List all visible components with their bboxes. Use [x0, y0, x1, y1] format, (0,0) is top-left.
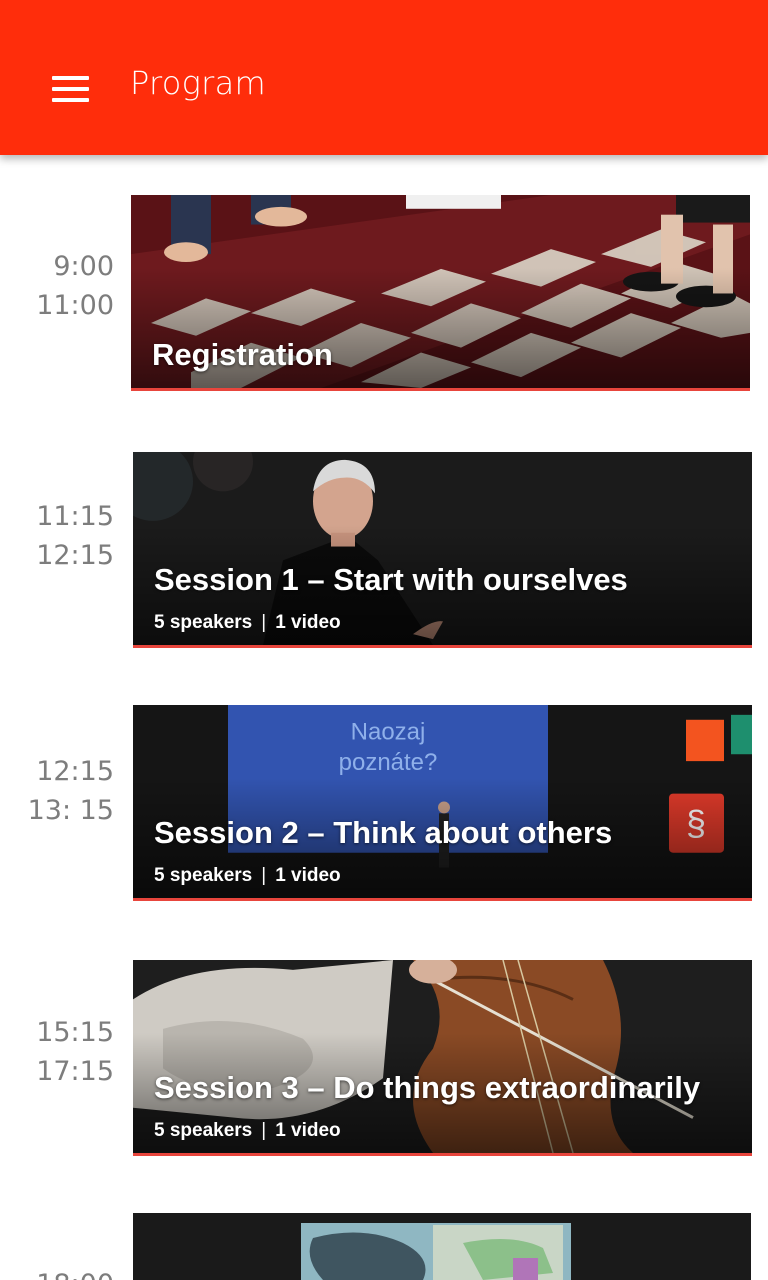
menu-bar-line: [52, 98, 89, 102]
hamburger-menu-icon[interactable]: [40, 62, 100, 114]
end-time: 12:15: [36, 540, 114, 571]
start-time: 9:00: [53, 251, 114, 282]
time-range: 9:00 11:00: [36, 247, 114, 325]
session-meta: 5 speakers | 1 video: [154, 865, 341, 887]
speaker-count: 5 speakers: [154, 1120, 253, 1141]
session-title: Session 2 – Think about others: [154, 815, 613, 850]
session-card-2[interactable]: Naozaj poznáte? § Session 2 – Think abou…: [133, 705, 752, 901]
map-photo: [133, 1213, 751, 1280]
video-count: 1 video: [275, 865, 341, 886]
schedule-row: 18:00: [0, 1213, 768, 1280]
time-range: 15:15 17:15: [36, 1013, 114, 1091]
schedule-row: 12:15 13: 15 Naozaj poznáte? § Session 2…: [0, 705, 768, 905]
session-card-1[interactable]: Session 1 – Start with ourselves 5 speak…: [133, 452, 752, 648]
menu-bar-line: [52, 76, 89, 80]
session-title: Registration: [152, 337, 333, 372]
start-time: 12:15: [36, 756, 114, 787]
session-meta: 5 speakers | 1 video: [154, 1120, 341, 1142]
start-time: 18:00: [36, 1265, 114, 1280]
session-title: Session 3 – Do things extraordinarily: [154, 1070, 701, 1105]
meta-separator: |: [261, 612, 267, 633]
session-title: Session 1 – Start with ourselves: [154, 562, 628, 597]
menu-bar-line: [52, 87, 89, 91]
video-count: 1 video: [275, 1120, 341, 1141]
end-time: 11:00: [36, 290, 114, 321]
time-range: 12:15 13: 15: [28, 752, 114, 830]
schedule-row: 15:15 17:15 Session 3 – Do things extrao…: [0, 960, 768, 1160]
page-title: Program: [130, 64, 267, 102]
session-meta: 5 speakers | 1 video: [154, 612, 341, 634]
svg-text:Naozaj: Naozaj: [351, 719, 426, 746]
app-bar: Program: [0, 0, 768, 155]
time-range: 11:15 12:15: [36, 497, 114, 575]
start-time: 15:15: [36, 1017, 114, 1048]
session-card-registration[interactable]: Registration: [131, 195, 750, 391]
meta-separator: |: [261, 1120, 267, 1141]
schedule-row: 9:00 11:00 Registration: [0, 195, 768, 395]
session-card-4[interactable]: [133, 1213, 751, 1280]
start-time: 11:15: [36, 501, 114, 532]
end-time: 13: 15: [27, 795, 114, 826]
session-card-3[interactable]: Session 3 – Do things extraordinarily 5 …: [133, 960, 752, 1156]
video-count: 1 video: [275, 612, 341, 633]
meta-separator: |: [261, 865, 267, 886]
speaker-count: 5 speakers: [154, 612, 253, 633]
schedule-row: 11:15 12:15 Session 1 – Start with ourse…: [0, 452, 768, 652]
speaker-count: 5 speakers: [154, 865, 253, 886]
end-time: 17:15: [36, 1056, 114, 1087]
svg-text:poznáte?: poznáte?: [339, 749, 438, 776]
time-range: 18:00: [36, 1265, 114, 1280]
